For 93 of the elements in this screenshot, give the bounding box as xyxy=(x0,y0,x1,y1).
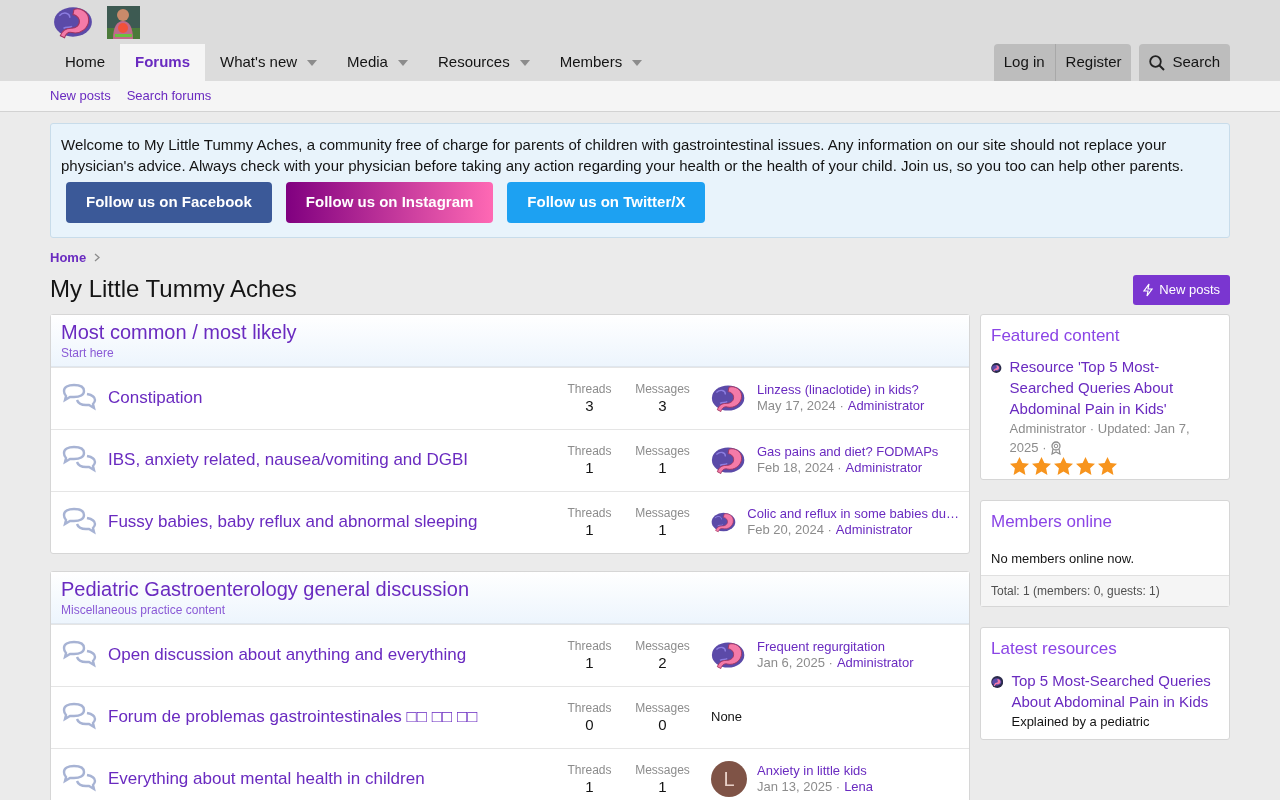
last-post-title[interactable]: Linzess (linaclotide) in kids? xyxy=(757,382,925,398)
stat-value: 1 xyxy=(584,520,595,539)
forum-title[interactable]: IBS, anxiety related, nausea/vomiting and DGBI xyxy=(108,450,553,470)
subnav-link[interactable]: Search forums xyxy=(126,86,212,106)
stat-label: Threads xyxy=(566,381,613,397)
resource-meta: Administrator · Updated: Jan 7, xyxy=(1009,420,1190,438)
stat-label: Messages xyxy=(634,443,691,459)
star-icon xyxy=(1053,457,1073,475)
star-icon xyxy=(1075,457,1095,475)
stat-label: Threads xyxy=(566,443,613,459)
chat-icon xyxy=(61,764,98,794)
post-date: Feb 20, 2024 · xyxy=(747,522,832,538)
forum-title[interactable]: Fussy babies, baby reflux and abnormal sleeping xyxy=(108,512,553,532)
author-link[interactable]: Administrator xyxy=(836,655,914,671)
forum-title[interactable]: Open discussion about anything and everything xyxy=(108,645,553,665)
social-button[interactable]: Follow us on Facebook xyxy=(66,182,272,223)
search-button[interactable]: Search xyxy=(1139,44,1230,81)
award-icon xyxy=(1050,440,1063,455)
chat-icon xyxy=(61,383,98,413)
resource-snippet: Explained by a pediatric xyxy=(1011,712,1151,731)
chevron-icon xyxy=(94,253,101,263)
subnav-link[interactable]: New posts xyxy=(50,86,111,106)
stat-label: Threads xyxy=(566,638,613,654)
stat-label: Messages xyxy=(634,638,691,654)
stat-value: 1 xyxy=(584,777,595,796)
stat-value: 1 xyxy=(657,458,668,477)
stat-value: 3 xyxy=(584,396,595,415)
author-link[interactable]: Administrator xyxy=(835,522,913,538)
chat-icon xyxy=(61,445,98,475)
stat-value: 1 xyxy=(657,777,668,796)
forum-title[interactable]: Everything about mental health in children xyxy=(108,769,553,789)
lightning-icon xyxy=(1143,282,1154,297)
new-posts-button[interactable]: New posts xyxy=(1133,274,1230,305)
chat-icon xyxy=(61,702,98,732)
search-icon xyxy=(1149,54,1166,71)
stat-label: Threads xyxy=(566,700,613,716)
page-title: My Little Tummy Aches xyxy=(50,275,297,304)
resource-meta: 2025 · xyxy=(1009,439,1047,457)
category-title[interactable]: Pediatric Gastroenterology general discussion xyxy=(61,576,959,601)
resource-title[interactable]: Resource 'Top 5 Most-Searched Queries About Abdominal Pain in Kids' xyxy=(1009,356,1219,419)
register-button[interactable]: Register xyxy=(1054,44,1132,81)
stat-label: Messages xyxy=(634,762,691,778)
no-posts-text: None xyxy=(711,708,743,727)
category-description: Miscellaneous practice content xyxy=(61,601,227,619)
social-button[interactable]: Follow us on Instagram xyxy=(285,182,494,223)
author-link[interactable]: Administrator xyxy=(845,460,923,476)
avatar: L xyxy=(711,761,747,797)
last-post-title[interactable]: Frequent regurgitation xyxy=(757,639,914,655)
resource-title[interactable]: Top 5 Most-Searched Queries About Abdominal Pain in Kids xyxy=(1011,669,1219,712)
nav-tab[interactable]: Resources xyxy=(422,44,545,81)
forum-title[interactable]: Forum de problemas gastrointestinales □□ □□ □□ xyxy=(108,707,553,727)
nav-tab[interactable]: Forums xyxy=(120,44,206,81)
chat-icon xyxy=(61,507,98,537)
post-date: May 17, 2024 · xyxy=(757,398,844,414)
stat-value: 1 xyxy=(657,520,668,539)
last-post-title[interactable]: Gas pains and diet? FODMAPs xyxy=(757,444,939,460)
notice-text: Welcome to My Little Tummy Aches, a community free of charge for parents of children with gastrointestinal issues. Any information on our site should not replace your physician's advice. Always check with your physician before taking any action regarding your health or the health of your child. Join us, so you too can help other parents. xyxy=(61,135,1185,176)
category-description: Start here xyxy=(61,344,115,362)
last-post-title[interactable]: Anxiety in little kids xyxy=(757,763,874,779)
chat-icon xyxy=(61,640,98,670)
stat-value: 3 xyxy=(657,396,668,415)
stat-value: 0 xyxy=(584,715,595,734)
sidebar-heading: Featured content xyxy=(990,324,1121,347)
forum-title[interactable]: Constipation xyxy=(108,388,553,408)
sidebar-heading: Members online xyxy=(990,511,1113,533)
star-icon xyxy=(1031,457,1051,475)
author-link[interactable]: Lena xyxy=(844,779,874,795)
stat-value: 1 xyxy=(584,458,595,477)
last-post-title[interactable]: Colic and reflux in some babies du… xyxy=(747,506,959,522)
stat-label: Messages xyxy=(634,505,691,521)
login-button[interactable]: Log in xyxy=(993,44,1055,81)
online-total: Total: 1 (members: 0, guests: 1) xyxy=(981,575,1229,606)
post-date: Feb 18, 2024 · xyxy=(757,460,842,476)
stat-label: Threads xyxy=(566,762,613,778)
stat-label: Threads xyxy=(566,505,613,521)
nav-tab[interactable]: What's new xyxy=(205,44,333,81)
stat-label: Messages xyxy=(634,381,691,397)
star-icon xyxy=(1097,457,1117,475)
author-link[interactable]: Administrator xyxy=(847,398,925,414)
sidebar-heading: Latest resources xyxy=(990,638,1118,660)
post-date: Jan 13, 2025 · xyxy=(757,779,841,795)
stat-label: Messages xyxy=(634,700,691,716)
category-title[interactable]: Most common / most likely xyxy=(61,319,959,344)
nav-tab[interactable]: Media xyxy=(332,44,423,81)
stat-value: 2 xyxy=(657,653,668,672)
breadcrumb-link[interactable]: Home xyxy=(50,248,87,268)
nav-tab[interactable]: Home xyxy=(50,44,120,81)
stat-value: 0 xyxy=(657,715,668,734)
stat-value: 1 xyxy=(584,653,595,672)
nav-tab[interactable]: Members xyxy=(544,44,658,81)
star-icon xyxy=(1009,457,1029,475)
status-text: No members online now. xyxy=(990,549,1136,568)
post-date: Jan 6, 2025 · xyxy=(757,655,833,671)
